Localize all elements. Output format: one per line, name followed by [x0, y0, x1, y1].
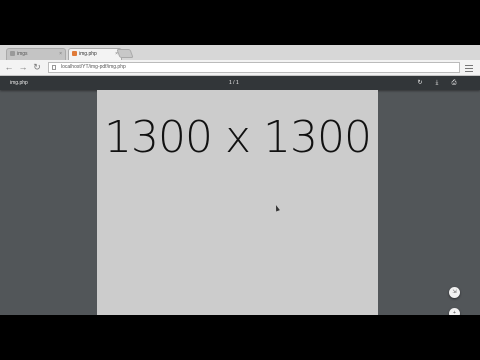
download-icon[interactable]: ⤓ — [432, 78, 442, 88]
page-favicon-icon — [10, 51, 15, 56]
zoom-in-button[interactable]: + — [449, 308, 460, 315]
back-arrow-icon[interactable]: ← — [4, 62, 14, 72]
pdf-toolbar: img.php 1 / 1 ↻ ⤓ ⎙ — [0, 76, 480, 90]
close-tab-icon[interactable]: × — [59, 49, 62, 59]
pdf-viewer: img.php 1 / 1 ↻ ⤓ ⎙ 1300 x 1300 ⇲ + − — [0, 76, 480, 315]
tab-label: img.php — [79, 51, 97, 57]
tab-label: imgs — [17, 51, 28, 57]
letterbox-top — [0, 0, 480, 45]
page-content-text: 1300 x 1300 — [104, 112, 372, 163]
hamburger-menu-icon[interactable] — [465, 63, 473, 73]
page-indicator[interactable]: 1 / 1 — [229, 78, 239, 88]
letterbox-bottom — [0, 315, 480, 360]
print-icon[interactable]: ⎙ — [449, 78, 459, 88]
address-bar[interactable]: localhost/YT/img-pdf/img.php — [48, 62, 460, 73]
browser-window: imgs × img.php × ← → ↻ localhost/YT/img-… — [0, 45, 480, 315]
pdf-favicon-icon — [72, 51, 77, 56]
browser-toolbar: ← → ↻ localhost/YT/img-pdf/img.php — [0, 60, 480, 76]
tab-img-php[interactable]: img.php × — [68, 48, 122, 60]
tab-imgs[interactable]: imgs × — [6, 48, 66, 60]
fit-page-button[interactable]: ⇲ — [449, 287, 460, 298]
document-title: img.php — [10, 80, 28, 86]
rotate-icon[interactable]: ↻ — [415, 78, 425, 88]
tab-strip: imgs × img.php × — [0, 45, 480, 60]
page-icon — [52, 65, 56, 70]
address-text: localhost/YT/img-pdf/img.php — [61, 64, 126, 70]
reload-icon[interactable]: ↻ — [32, 62, 42, 72]
new-tab-button[interactable] — [116, 49, 134, 58]
forward-arrow-icon[interactable]: → — [18, 62, 28, 72]
pdf-page: 1300 x 1300 — [97, 90, 378, 315]
